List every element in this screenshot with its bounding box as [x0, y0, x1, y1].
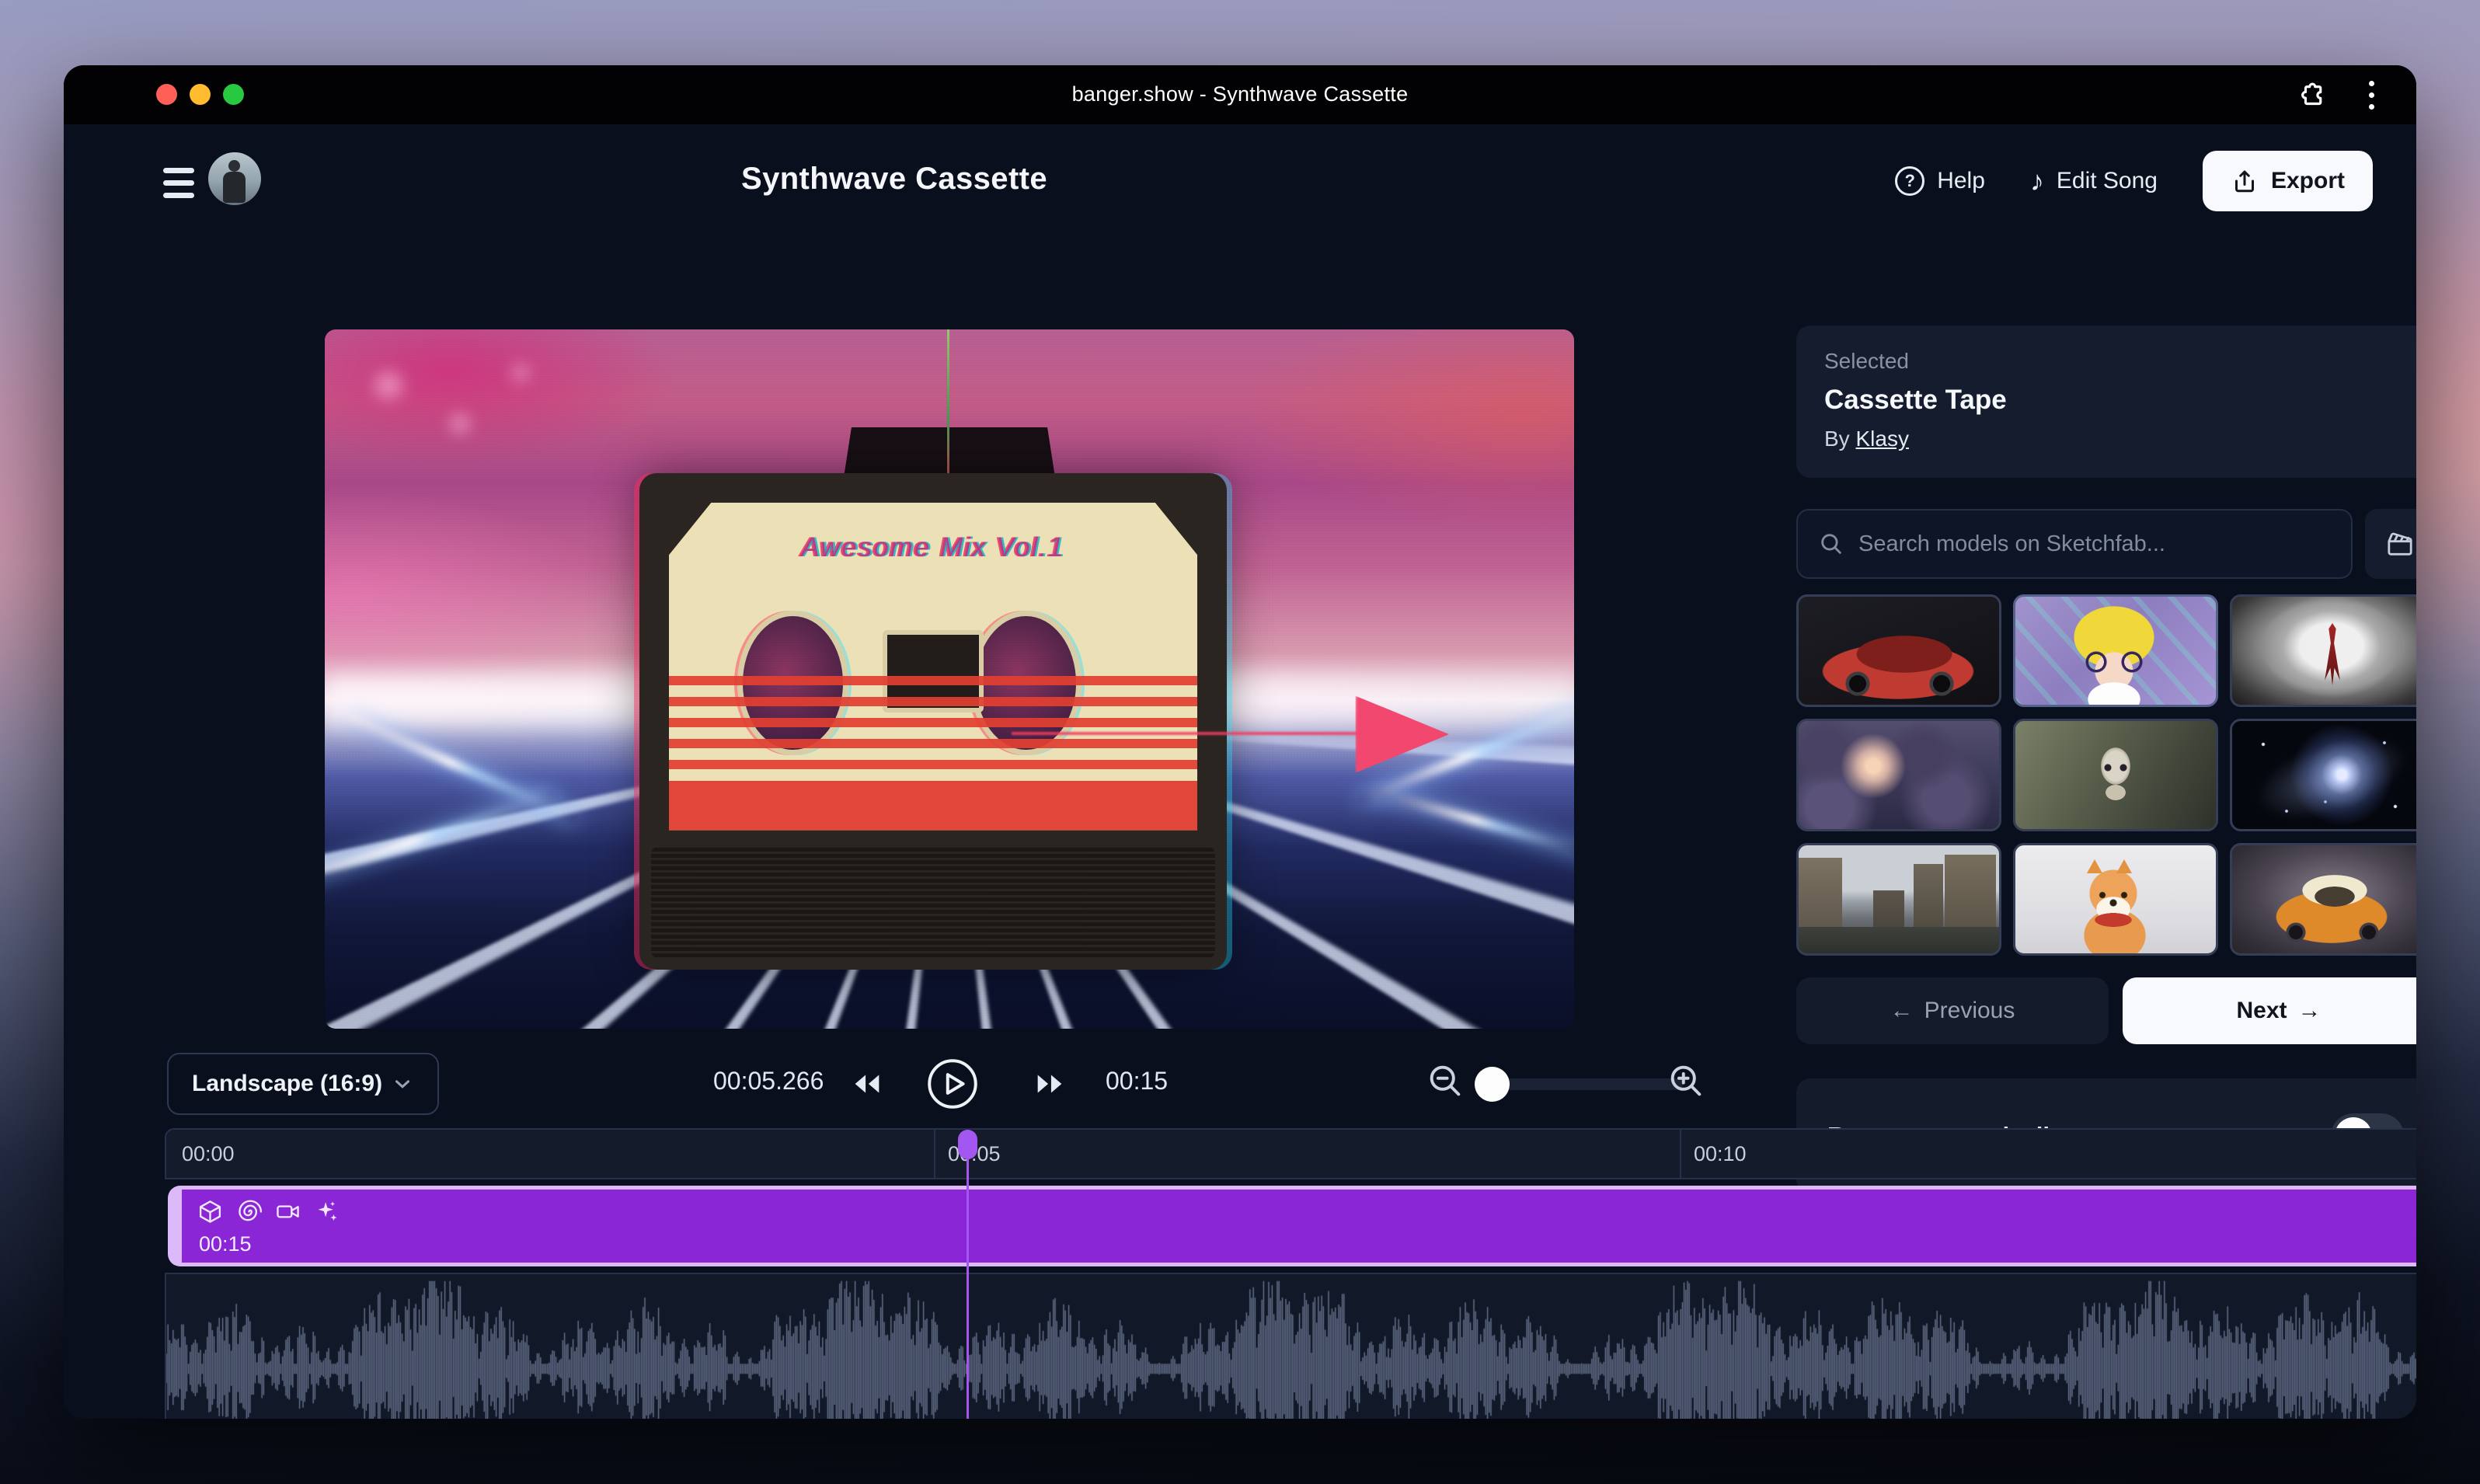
zoom-out-button[interactable]: [1425, 1061, 1465, 1101]
timeline: 00:00 00:05 00:10: [165, 1128, 2416, 1419]
search-icon: [1818, 531, 1844, 557]
avatar[interactable]: [208, 152, 261, 205]
model-search-field[interactable]: [1796, 509, 2353, 579]
model-thumbnail[interactable]: [1796, 719, 2001, 831]
export-button[interactable]: Export: [2203, 151, 2373, 211]
app-header: Synthwave Cassette Help Edit Song Export: [64, 124, 2416, 246]
next-page-button[interactable]: Next →: [2123, 977, 2416, 1044]
previous-page-button[interactable]: ← Previous: [1796, 977, 2109, 1044]
model-thumbnail[interactable]: [2230, 843, 2416, 956]
spiral-icon: [236, 1199, 262, 1224]
zoom-in-button[interactable]: [1666, 1061, 1706, 1101]
help-icon: [1895, 166, 1924, 196]
ruler-mark: 00:10: [1694, 1142, 1747, 1166]
aspect-ratio-select[interactable]: Landscape (16:9): [167, 1053, 439, 1115]
fast-forward-button[interactable]: [1023, 1057, 1076, 1110]
playhead-handle[interactable]: [958, 1130, 977, 1159]
selected-model-card: Selected Cassette Tape By Klasy: [1796, 326, 2416, 478]
video-preview-viewport[interactable]: Awesome Mix Vol.1: [325, 329, 1574, 1029]
timeline-zoom-slider[interactable]: [1479, 1078, 1683, 1090]
export-icon: [2231, 167, 2259, 195]
music-note-icon: [2030, 167, 2044, 195]
film-grain-overlay: [325, 329, 1574, 1029]
sparkles-icon: [314, 1199, 340, 1224]
selected-model-name: Cassette Tape: [1824, 385, 2407, 416]
playhead-line: [967, 1134, 969, 1419]
model-thumbnail[interactable]: [2230, 719, 2416, 831]
total-duration: 00:15: [1106, 1067, 1168, 1096]
play-button[interactable]: [926, 1057, 979, 1110]
model-thumbnail[interactable]: [2013, 594, 2218, 707]
menu-icon[interactable]: [163, 168, 194, 198]
clip-duration: 00:15: [199, 1232, 252, 1256]
zoom-slider-knob[interactable]: [1475, 1067, 1510, 1102]
titlebar: banger.show - Synthwave Cassette: [64, 65, 2416, 124]
audio-waveform[interactable]: [165, 1273, 2416, 1419]
waveform-canvas: [166, 1277, 2416, 1419]
arrow-right-icon: →: [2298, 998, 2322, 1024]
chevron-down-icon: [391, 1072, 414, 1096]
zoom-in-icon: [1666, 1061, 1706, 1101]
current-time: 00:05.266: [713, 1067, 824, 1096]
cube-3d-icon: [197, 1199, 223, 1224]
author-link[interactable]: Klasy: [1855, 427, 1908, 451]
desktop-wallpaper: banger.show - Synthwave Cassette Synthwa…: [0, 0, 2480, 1484]
edit-song-button[interactable]: Edit Song: [2030, 167, 2158, 195]
rewind-icon: [849, 1066, 885, 1102]
video-camera-icon: [275, 1199, 301, 1224]
model-byline: By Klasy: [1824, 427, 2407, 451]
help-button[interactable]: Help: [1895, 166, 1985, 196]
search-input[interactable]: [1858, 531, 2331, 557]
timeline-ruler[interactable]: 00:00 00:05 00:10: [165, 1128, 2416, 1179]
extensions-icon[interactable]: [2297, 79, 2330, 112]
model-thumbnail[interactable]: [1796, 594, 2001, 707]
transport-controls: Landscape (16:9) 00:05.266 00:15: [64, 1053, 1796, 1115]
selected-label: Selected: [1824, 349, 2407, 374]
arrow-left-icon: ←: [1890, 998, 1914, 1024]
video-clip[interactable]: 00:15: [168, 1186, 2416, 1266]
page-title: Synthwave Cassette: [741, 162, 1047, 197]
clapperboard-icon: [2384, 528, 2416, 559]
ruler-mark: 00:00: [182, 1142, 235, 1166]
window-title: banger.show - Synthwave Cassette: [64, 82, 2416, 106]
zoom-out-icon: [1425, 1061, 1465, 1101]
clapperboard-button[interactable]: [2365, 509, 2416, 579]
model-thumbnail[interactable]: [2013, 719, 2218, 831]
model-sidebar: Selected Cassette Tape By Klasy: [1796, 326, 2416, 1193]
app-window: banger.show - Synthwave Cassette Synthwa…: [64, 65, 2416, 1419]
model-grid: [1796, 594, 2416, 956]
browser-menu-icon[interactable]: [2364, 76, 2379, 114]
model-thumbnail[interactable]: [1796, 843, 2001, 956]
play-icon: [926, 1057, 979, 1111]
model-thumbnail[interactable]: [2230, 594, 2416, 707]
model-thumbnail[interactable]: [2013, 843, 2218, 956]
fast-forward-icon: [1032, 1066, 1068, 1102]
rewind-button[interactable]: [841, 1057, 893, 1110]
